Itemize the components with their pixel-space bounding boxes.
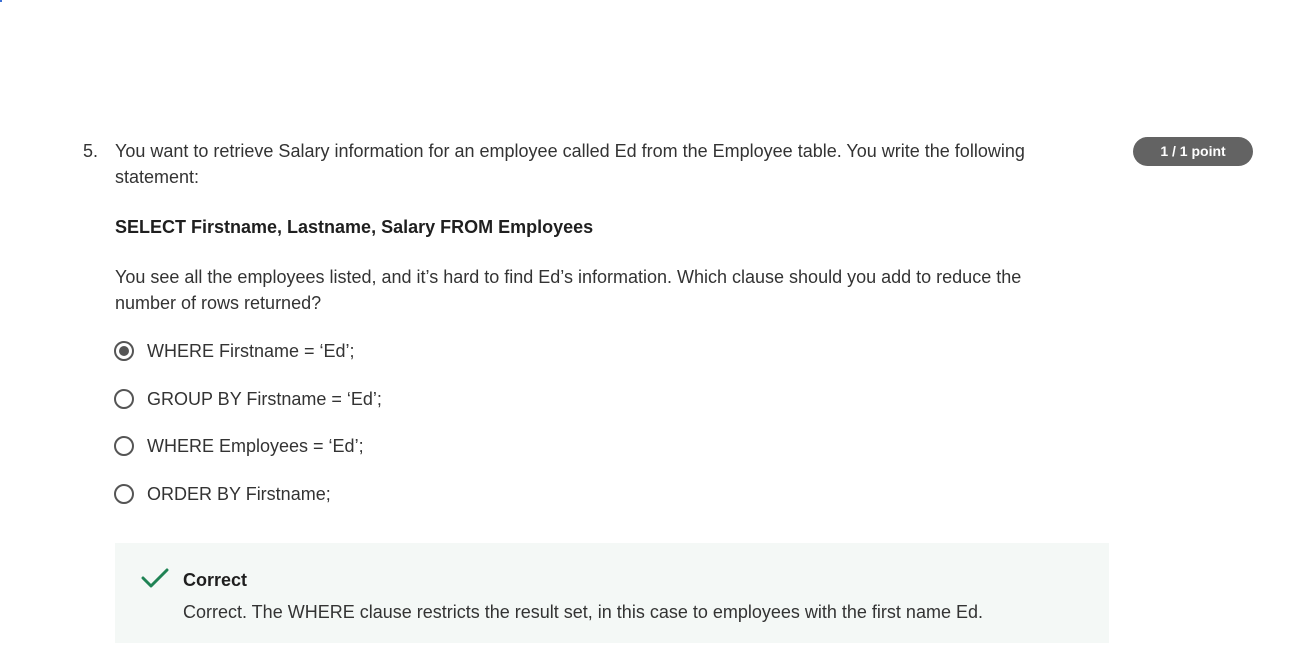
answer-option-label: ORDER BY Firstname; (147, 483, 331, 504)
radio-button[interactable] (114, 483, 134, 504)
answer-option-1[interactable]: WHERE Firstname = ‘Ed’; (114, 338, 382, 364)
radio-button-selected[interactable] (114, 341, 134, 361)
question-prompt: You want to retrieve Salary information … (115, 141, 1025, 187)
question-body: You want to retrieve Salary information … (115, 138, 1075, 316)
question-number: 5. (83, 141, 99, 161)
check-icon (141, 568, 169, 588)
answer-options: WHERE Firstname = ‘Ed’; GROUP BY Firstna… (114, 338, 382, 528)
feedback-panel: Correct Correct. The WHERE clause restri… (115, 543, 1109, 643)
answer-option-2[interactable]: GROUP BY Firstname = ‘Ed’; (114, 386, 382, 412)
answer-option-3[interactable]: WHERE Employees = ‘Ed’; (114, 433, 382, 459)
radio-button[interactable] (114, 388, 134, 409)
answer-option-label: WHERE Employees = ‘Ed’; (147, 436, 364, 456)
radio-button[interactable] (114, 436, 134, 456)
points-badge: 1 / 1 point (1133, 137, 1253, 166)
question-block: 5. You want to retrieve Salary informati… (0, 0, 1300, 651)
question-followup: You see all the employees listed, and it… (115, 267, 1022, 313)
feedback-text: Correct. The WHERE clause restricts the … (183, 602, 983, 622)
answer-option-label: GROUP BY Firstname = ‘Ed’; (147, 388, 382, 409)
feedback-title: Correct (183, 570, 248, 590)
answer-option-label: WHERE Firstname = ‘Ed’; (147, 341, 355, 361)
sql-statement: SELECT Firstname, Lastname, Salary FROM … (115, 217, 594, 237)
answer-option-4[interactable]: ORDER BY Firstname; (114, 481, 382, 507)
